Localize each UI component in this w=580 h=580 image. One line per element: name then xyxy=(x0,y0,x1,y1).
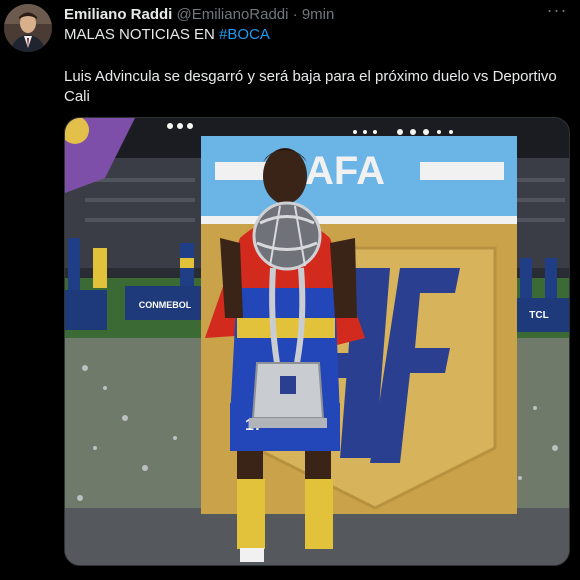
afa-banner-text: AFA xyxy=(305,149,385,193)
more-options-icon[interactable]: ··· xyxy=(544,1,570,24)
author-name[interactable]: Emiliano Raddi xyxy=(64,6,172,23)
ad-board-left: CONMEBOL xyxy=(139,300,192,310)
tweet-text-line2: Luis Advincula se desgarró y será baja p… xyxy=(64,68,557,105)
avatar-photo xyxy=(4,4,52,52)
ad-board-right: TCL xyxy=(529,310,548,321)
author-handle[interactable]: @EmilianoRaddi xyxy=(177,6,289,23)
tweet-header: Emiliano Raddi @EmilianoRaddi · 9min xyxy=(64,5,566,25)
tweet-photo[interactable]: CONMEBOL TCL AFA xyxy=(64,117,570,566)
tweet-text-line1: MALAS NOTICIAS EN #BOCA xyxy=(64,25,270,45)
author-avatar[interactable] xyxy=(4,4,52,52)
photo-scene: CONMEBOL TCL AFA xyxy=(65,118,569,565)
hashtag-link[interactable]: #BOCA xyxy=(219,26,270,43)
header-separator: · xyxy=(292,6,298,23)
tweet-card[interactable]: Emiliano Raddi @EmilianoRaddi · 9min ···… xyxy=(0,0,580,580)
tweet-text-prefix: MALAS NOTICIAS EN xyxy=(64,26,220,43)
tweet-timestamp[interactable]: 9min xyxy=(302,6,335,23)
